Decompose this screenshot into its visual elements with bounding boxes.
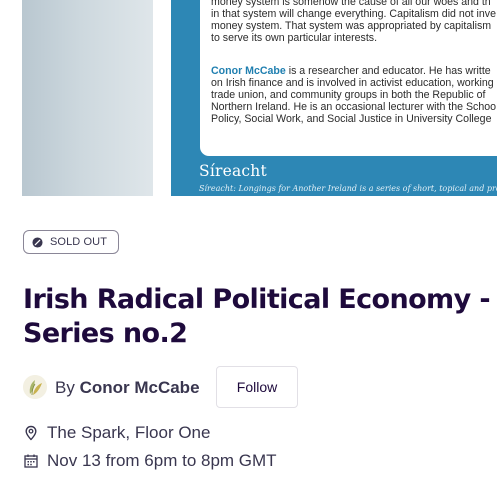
hero-series-title: Síreacht <box>199 162 267 180</box>
event-location-text: The Spark, Floor One <box>47 423 211 442</box>
organizer-byline: By Conor McCabe <box>55 378 200 398</box>
status-badge-label: SOLD OUT <box>50 236 108 248</box>
hero-card-paragraph-2: Conor McCabe is a researcher and educato… <box>211 65 497 126</box>
hero-card-line-rest: is a researcher and educator. He has wri… <box>285 65 491 77</box>
calendar-icon <box>24 454 38 468</box>
map-pin-icon <box>25 425 37 441</box>
event-hero-image: money system is somehow the cause of all… <box>0 0 497 196</box>
event-datetime[interactable]: Nov 13 from 6pm to 8pm GMT <box>23 451 303 471</box>
status-badge: SOLD OUT <box>23 230 119 254</box>
organizer-by-prefix: By <box>55 378 80 397</box>
follow-button[interactable]: Follow <box>216 366 298 408</box>
hero-card-line: Policy, Social Work, and Social Justice … <box>211 112 492 125</box>
event-location[interactable]: The Spark, Floor One <box>23 423 223 443</box>
hero-card-paragraph-1: money system is somehow the cause of all… <box>211 0 497 45</box>
hero-card-author: Conor McCabe <box>211 65 286 77</box>
hero-card-line: to serve its own particular interests. <box>211 31 378 44</box>
event-title: Irish Radical Political Economy - W Seri… <box>23 283 497 351</box>
organizer-name[interactable]: Conor McCabe <box>80 378 200 397</box>
leaf-avatar-icon <box>23 375 47 399</box>
hero-card-line: trade union, and community groups in bot… <box>211 88 486 101</box>
hero-series-subtitle: Síreacht: Longings for Another Ireland i… <box>199 184 497 193</box>
hero-card-line: Northern Ireland. He is an occasional le… <box>211 100 497 113</box>
event-title-line-2: Series no.2 <box>23 318 188 349</box>
slash-circle-icon <box>32 237 43 248</box>
event-page: money system is somehow the cause of all… <box>0 0 497 497</box>
hero-card-line: money system. That system was appropriat… <box>211 19 492 32</box>
hero-image-left-fade <box>22 0 153 196</box>
organizer-avatar[interactable] <box>23 375 47 399</box>
event-datetime-text: Nov 13 from 6pm to 8pm GMT <box>47 451 277 470</box>
event-title-line-1: Irish Radical Political Economy - W <box>23 284 497 315</box>
hero-text-card: money system is somehow the cause of all… <box>200 0 497 156</box>
